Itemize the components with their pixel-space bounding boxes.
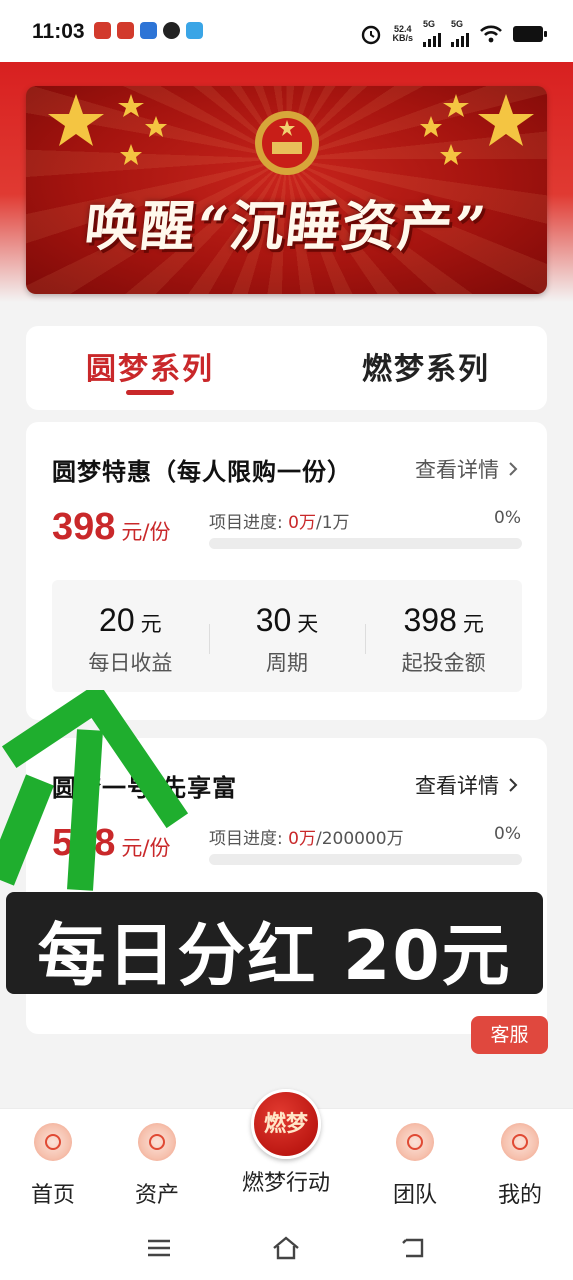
nav-assets[interactable]: 资产	[107, 1123, 207, 1209]
progress-bar	[209, 854, 522, 865]
team-icon	[396, 1123, 434, 1161]
ranmeng-icon: 燃梦	[251, 1089, 321, 1159]
status-indicators: 52.4 KB/s 5G 5G	[360, 20, 547, 47]
home-icon	[34, 1123, 72, 1161]
series-tabs: 圆梦系列 燃梦系列	[26, 326, 547, 410]
product-title: 圆梦特惠（每人限购一份）	[52, 458, 352, 486]
assets-icon	[138, 1123, 176, 1161]
profile-icon	[501, 1123, 539, 1161]
progress-percent: 0%	[494, 508, 521, 528]
progress-label: 项目进度: 0万/1万	[209, 513, 350, 533]
nav-profile[interactable]: 我的	[470, 1123, 570, 1209]
chevron-right-icon	[509, 778, 518, 792]
nav-home[interactable]: 首页	[3, 1123, 103, 1209]
tab-yuanmeng-series[interactable]: 圆梦系列	[86, 344, 214, 388]
banner-title: 唤醒“沉睡资产”	[81, 194, 491, 258]
stat-daily-income: 20 元 每日收益	[88, 602, 173, 675]
product-card[interactable]: 圆梦特惠（每人限购一份） 查看详情 398 元/份 项目进度: 0万/1万 0%…	[26, 422, 547, 720]
notification-icons	[94, 22, 203, 39]
net-speed: 52.4 KB/s	[392, 23, 413, 43]
status-bar: 11:03 52.4 KB/s 5G 5G	[0, 0, 573, 62]
national-emblem-icon	[255, 111, 319, 175]
status-time: 11:03	[32, 20, 85, 43]
bottom-nav: 首页 资产 燃梦 燃梦行动 团队 我的	[0, 1089, 573, 1219]
caption-overlay: 每日分红 20元	[6, 892, 543, 996]
product-price: 398 元/份	[52, 506, 171, 548]
app-notification-icon	[117, 22, 134, 39]
battery-icon	[513, 25, 547, 42]
active-tab-indicator	[126, 390, 174, 395]
app-notification-icon	[140, 22, 157, 39]
customer-service-button[interactable]: 客服	[471, 1016, 548, 1054]
tab-ranmeng-series[interactable]: 燃梦系列	[362, 344, 490, 388]
view-details-link[interactable]: 查看详情	[415, 454, 519, 484]
nav-team[interactable]: 团队	[365, 1123, 465, 1209]
progress-label: 项目进度: 0万/200000万	[209, 829, 404, 849]
progress-percent: 0%	[494, 824, 521, 844]
stat-period: 30 天 周期	[208, 580, 366, 692]
caption-text: 每日分红 20元	[37, 917, 512, 996]
signal-strength-icon: 5G	[423, 20, 441, 47]
app-notification-icon	[186, 22, 203, 39]
progress-bar	[209, 538, 522, 549]
promo-banner[interactable]: 唤醒“沉睡资产”	[26, 86, 547, 294]
stat-min-investment: 398 元 起投金额	[365, 580, 522, 692]
back-icon[interactable]	[398, 1232, 430, 1264]
alarm-icon	[362, 25, 381, 44]
view-details-link[interactable]: 查看详情	[415, 770, 519, 800]
system-nav-bar	[0, 1218, 573, 1280]
app-notification-icon	[94, 22, 111, 39]
signal-strength-icon: 5G	[451, 20, 469, 47]
product-stats: 20 元 每日收益 30 天 周期 398 元 起投金额	[52, 580, 522, 692]
nav-ranmeng-action[interactable]: 燃梦 燃梦行动	[236, 1089, 336, 1197]
home-button-icon[interactable]	[270, 1232, 302, 1264]
wifi-icon	[480, 25, 502, 42]
qq-icon	[163, 22, 180, 39]
menu-icon[interactable]	[143, 1232, 175, 1264]
chevron-right-icon	[509, 462, 518, 476]
